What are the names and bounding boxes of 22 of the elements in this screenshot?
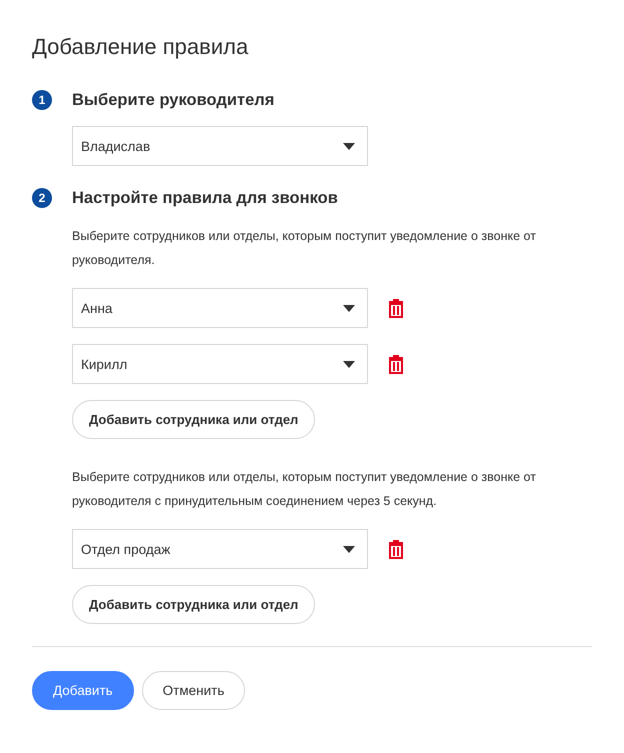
description-text: Выберите сотрудников или отделы, которым поступит уведомление о звонке от руководителя с принудительным соединением через 5 секунд. [72, 469, 537, 510]
cancel-button[interactable]: Отменить [142, 671, 246, 710]
add-employee-button[interactable]: Добавить сотрудника или отдел [72, 400, 316, 439]
add-employee-button[interactable]: Добавить сотрудника или отдел [72, 585, 316, 624]
dialog-title: Добавление правила [32, 33, 250, 61]
dropdown-field[interactable]: Отдел продаж [72, 529, 368, 569]
caret-icon [343, 304, 355, 312]
dropdown-field[interactable]: Кирилл [72, 344, 368, 384]
add-button[interactable]: Добавить [32, 671, 134, 710]
step-title: Настройте правила для звонков [72, 188, 338, 208]
description-text: Выберите сотрудников или отделы, которым поступит уведомление о звонке от руководителя. [72, 228, 537, 269]
step-number: 2 [32, 188, 52, 208]
caret-icon [343, 360, 355, 368]
dropdown-field[interactable]: Анна [72, 288, 368, 328]
dropdown-field[interactable]: Владислав [72, 126, 368, 166]
step-number: 1 [32, 90, 52, 110]
step-title: Выберите руководителя [72, 90, 274, 110]
trash-icon[interactable] [388, 298, 404, 318]
trash-icon[interactable] [388, 354, 404, 374]
caret-icon [343, 546, 355, 552]
caret-icon [343, 142, 355, 150]
trash-icon[interactable] [388, 539, 404, 559]
